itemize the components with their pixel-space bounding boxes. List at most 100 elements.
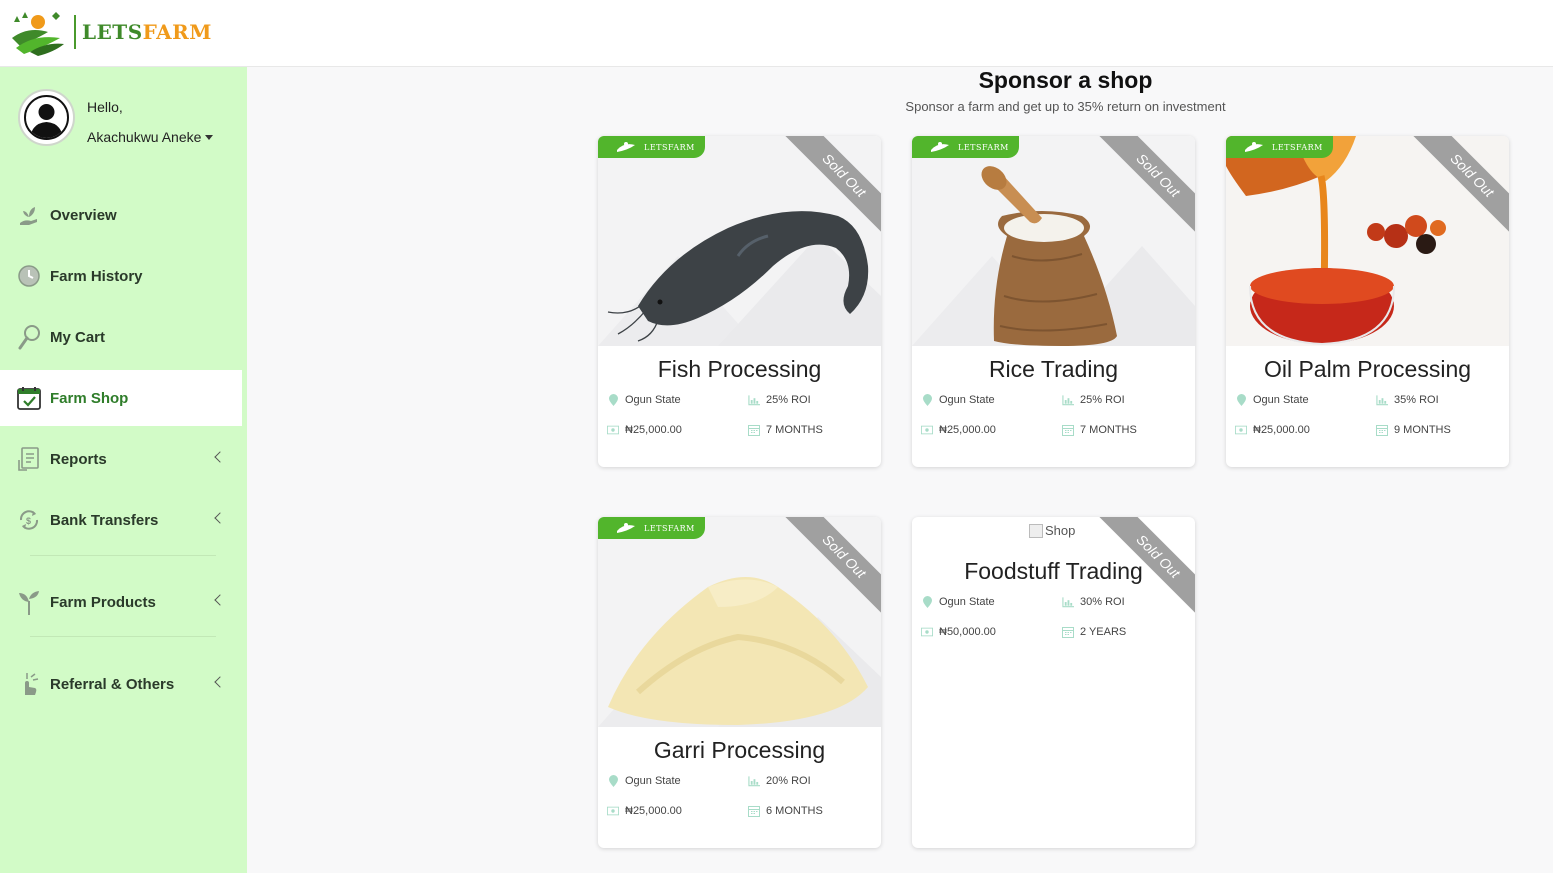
sidebar-divider	[30, 636, 216, 637]
brand-tag-text: LETSFARM	[958, 142, 1009, 152]
hand-plant-icon	[16, 202, 42, 228]
sidebar-divider	[30, 555, 216, 556]
sidebar-item-farm-products[interactable]: Farm Products	[0, 574, 242, 630]
duration-text: 2 YEARS	[1080, 626, 1127, 638]
money-bill-icon	[607, 424, 619, 436]
shop-card-fish-processing[interactable]: LETSFARM Sold Out Fish Processing Ogun S…	[598, 136, 881, 467]
brand-tag-text: LETSFARM	[644, 142, 695, 152]
brand-tag-text: LETSFARM	[644, 523, 695, 533]
money-bill-icon	[1235, 424, 1247, 436]
calendar-icon	[748, 424, 760, 436]
location: Ogun State	[607, 775, 681, 787]
sidebar-item-reports[interactable]: Reports	[0, 431, 242, 487]
shop-card-foodstuff-trading[interactable]: Shop Sold Out Foodstuff Trading Ogun Sta…	[912, 517, 1195, 848]
duration: 6 MONTHS	[748, 805, 823, 817]
shop-card-oil-palm-processing[interactable]: LETSFARM Sold Out Oil Palm Processing Og…	[1226, 136, 1509, 467]
sidebar-item-bank-transfers[interactable]: $ Bank Transfers	[0, 492, 242, 548]
bar-chart-icon	[1062, 596, 1074, 608]
location: Ogun State	[1235, 394, 1309, 406]
sold-out-label: Sold Out	[781, 136, 881, 236]
duration-text: 7 MONTHS	[766, 424, 823, 436]
calendar-icon	[1376, 424, 1388, 436]
price: ₦25,000.00	[1235, 424, 1310, 436]
chevron-left-icon	[214, 451, 226, 463]
price-text: ₦50,000.00	[939, 626, 996, 638]
report-document-icon	[16, 446, 42, 472]
sidebar-item-farm-shop[interactable]: Farm Shop	[0, 370, 242, 426]
user-name: Akachukwu Aneke	[87, 129, 202, 145]
sold-out-label: Sold Out	[1095, 136, 1195, 236]
shop-name: Fish Processing	[657, 356, 822, 382]
letsfarm-logo[interactable]: LETSFARM	[8, 8, 212, 56]
roi-text: 35% ROI	[1394, 394, 1439, 406]
sold-out-ribbon: Sold Out	[1409, 136, 1509, 236]
sidebar-item-overview[interactable]: Overview	[0, 187, 242, 243]
money-transfer-icon: $	[16, 507, 42, 533]
logo-text-lets: LETS	[82, 20, 143, 44]
logo-text-farm: FARM	[142, 20, 212, 44]
sold-out-ribbon: Sold Out	[1095, 136, 1195, 236]
sold-out-ribbon: Sold Out	[781, 517, 881, 617]
logo-mark-icon	[12, 12, 64, 56]
roi: 35% ROI	[1376, 394, 1439, 406]
money-bill-icon	[607, 805, 619, 817]
calendar-icon	[1062, 424, 1074, 436]
location-text: Ogun State	[1253, 394, 1309, 406]
calendar-icon	[1062, 626, 1074, 638]
sidebar-item-label: Referral & Others	[50, 675, 175, 693]
duration-text: 6 MONTHS	[766, 805, 823, 817]
sidebar-item-my-cart[interactable]: My Cart	[0, 309, 242, 365]
map-pin-icon	[921, 394, 933, 406]
duration: 2 YEARS	[1062, 626, 1126, 638]
sold-out-ribbon: Sold Out	[1095, 517, 1195, 617]
location: Ogun State	[607, 394, 681, 406]
shop-image-garri: LETSFARM Sold Out	[598, 517, 881, 727]
price-text: ₦25,000.00	[625, 424, 682, 436]
user-name-dropdown[interactable]: Akachukwu Aneke	[87, 129, 214, 145]
price-text: ₦25,000.00	[939, 424, 996, 436]
map-pin-icon	[921, 596, 933, 608]
user-profile[interactable]: Hello, Akachukwu Aneke	[18, 89, 238, 149]
price-text: ₦25,000.00	[625, 805, 682, 817]
image-alt-text: Shop	[1045, 523, 1076, 538]
duration: 7 MONTHS	[748, 424, 823, 436]
location-text: Ogun State	[939, 596, 995, 608]
sold-out-ribbon: Sold Out	[781, 136, 881, 236]
calendar-check-icon	[16, 385, 42, 411]
caret-down-icon	[205, 134, 214, 140]
map-pin-icon	[607, 775, 619, 787]
price: ₦25,000.00	[921, 424, 996, 436]
letsfarm-brand-tag: LETSFARM	[1226, 136, 1333, 158]
letsfarm-leaf-icon	[931, 142, 949, 152]
logo-text: LETSFARM	[82, 20, 212, 44]
sprout-icon	[16, 589, 42, 615]
calendar-icon	[748, 805, 760, 817]
sold-out-label: Sold Out	[1095, 517, 1195, 617]
shop-card-rice-trading[interactable]: LETSFARM Sold Out Rice Trading Ogun Stat…	[912, 136, 1195, 467]
chevron-left-icon	[214, 594, 226, 606]
letsfarm-leaf-icon	[617, 142, 635, 152]
letsfarm-brand-tag: LETSFARM	[598, 136, 705, 158]
duration-text: 7 MONTHS	[1080, 424, 1137, 436]
location-text: Ogun State	[939, 394, 995, 406]
roi-text: 25% ROI	[1080, 394, 1125, 406]
sidebar-item-label: Farm Shop	[50, 389, 129, 407]
roi: 25% ROI	[748, 394, 811, 406]
location-text: Ogun State	[625, 394, 681, 406]
sold-out-label: Sold Out	[781, 517, 881, 617]
duration: 7 MONTHS	[1062, 424, 1137, 436]
sidebar-item-label: Reports	[50, 450, 107, 468]
sidebar-item-label: Bank Transfers	[50, 511, 159, 529]
shop-card-garri-processing[interactable]: LETSFARM Sold Out Garri Processing Ogun …	[598, 517, 881, 848]
sidebar-item-farm-history[interactable]: Farm History	[0, 248, 242, 304]
logo-divider	[74, 15, 76, 49]
price-text: ₦25,000.00	[1253, 424, 1310, 436]
bar-chart-icon	[1062, 394, 1074, 406]
page-subtitle: Sponsor a farm and get up to 35% return …	[905, 99, 1226, 114]
location: Ogun State	[921, 394, 995, 406]
chevron-left-icon	[214, 676, 226, 688]
sidebar-item-label: Farm History	[50, 267, 143, 285]
sidebar-item-referral-others[interactable]: Referral & Others	[0, 656, 242, 712]
sidebar-item-label: Farm Products	[50, 593, 156, 611]
broken-image-icon	[1029, 523, 1043, 538]
